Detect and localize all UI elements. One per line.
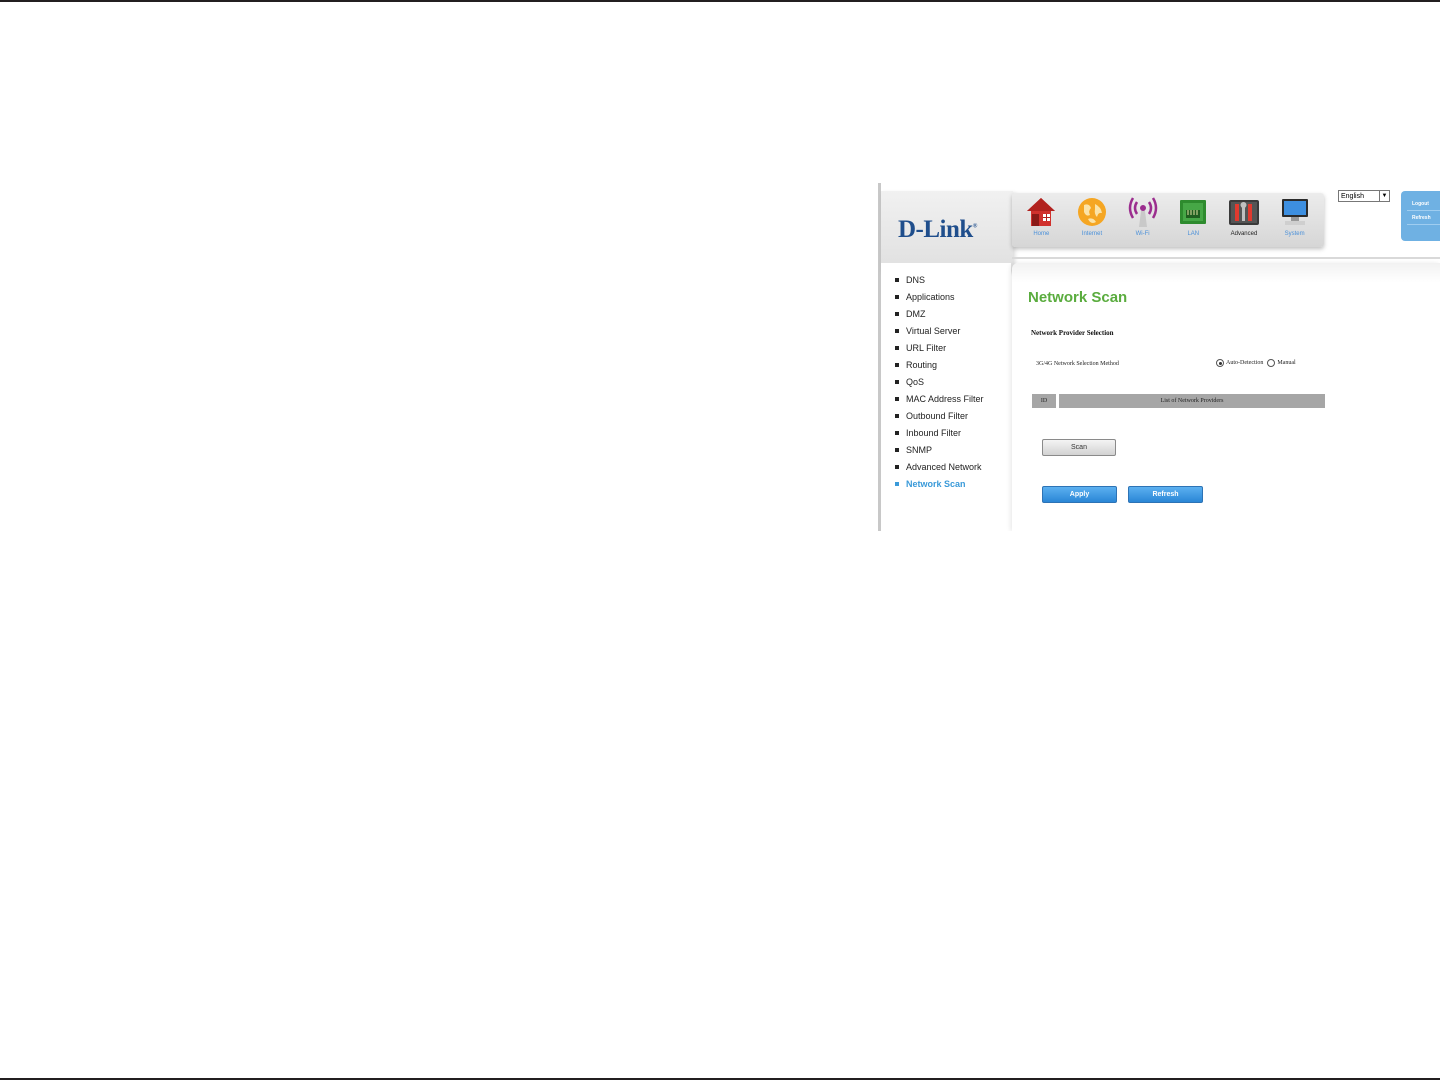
page-top-rule [0,0,1440,2]
sidebar-item-label: URL Filter [906,343,947,353]
divider [1407,224,1440,225]
sidebar-item-mac-address-filter[interactable]: MAC Address Filter [895,394,984,404]
nav-label: Advanced [1230,231,1258,237]
sidebar-item-dns[interactable]: DNS [895,275,925,285]
selection-method-radios: Auto-Detection Manual [1216,359,1300,367]
sidebar: DNS Applications DMZ Virtual Server URL … [881,263,1011,531]
sidebar-item-outbound-filter[interactable]: Outbound Filter [895,411,968,421]
nav-system[interactable]: System [1272,195,1318,237]
nav-label: Home [1033,231,1050,237]
bullet-icon [895,346,899,350]
globe-icon [1075,195,1109,229]
radio-auto-label: Auto-Detection [1226,360,1264,366]
nav-advanced[interactable]: Advanced [1221,195,1267,237]
sidebar-item-applications[interactable]: Applications [895,292,955,302]
chevron-down-icon: ▼ [1379,191,1389,201]
radio-manual[interactable] [1267,359,1276,367]
nav-lan[interactable]: LAN [1170,195,1216,237]
nav-label: System [1284,231,1305,237]
providers-table-header: ID List of Network Providers [1032,394,1325,408]
sidebar-item-virtual-server[interactable]: Virtual Server [895,326,960,336]
bullet-icon [895,329,899,333]
sidebar-item-label: Advanced Network [906,462,982,472]
nav-internet[interactable]: Internet [1069,195,1115,237]
lan-icon [1176,195,1210,229]
bullet-icon [895,278,899,282]
apply-button[interactable]: Apply [1042,486,1117,503]
bullet-icon [895,397,899,401]
router-admin-screenshot: D-Link® Home Internet Wi-Fi LAN Advanced… [878,183,1440,531]
wifi-icon [1126,195,1160,229]
language-select[interactable]: English ▼ [1338,190,1390,202]
sidebar-item-dmz[interactable]: DMZ [895,309,926,319]
nav-home[interactable]: Home [1018,195,1064,237]
sidebar-item-label: Routing [906,360,938,370]
language-value: English [1341,192,1364,200]
column-header-providers: List of Network Providers [1059,394,1325,408]
logout-link[interactable]: Logout [1412,201,1429,207]
bullet-icon [895,414,899,418]
sidebar-item-qos[interactable]: QoS [895,377,924,387]
section-title: Network Provider Selection [1031,329,1114,337]
sidebar-item-network-scan[interactable]: Network Scan [895,479,966,489]
header-divider [1012,257,1440,259]
bullet-icon [895,312,899,316]
radio-auto-detection[interactable] [1216,359,1224,367]
sidebar-item-label: MAC Address Filter [906,394,984,404]
sidebar-item-label: Applications [906,292,955,302]
bullet-icon [895,363,899,367]
sidebar-item-label: QoS [906,377,925,387]
divider [1407,210,1440,211]
nav-wifi[interactable]: Wi-Fi [1120,195,1166,237]
nav-label: LAN [1187,231,1200,237]
bullet-icon [895,482,899,486]
sidebar-item-url-filter[interactable]: URL Filter [895,343,946,353]
dlink-logo: D-Link® [898,216,977,243]
refresh-link[interactable]: Refresh [1412,215,1431,221]
logo-panel: D-Link® [881,191,1013,271]
home-icon [1024,195,1058,229]
sidebar-item-label: Inbound Filter [906,428,962,438]
radio-manual-label: Manual [1277,360,1296,366]
bullet-icon [895,448,899,452]
page-bottom-rule [0,1078,1440,1080]
nav-label: Internet [1081,231,1103,237]
main-content: Network Scan Network Provider Selection … [1012,263,1440,531]
page-title: Network Scan [1028,289,1128,306]
sidebar-item-label: SNMP [906,445,933,455]
sidebar-item-label: Virtual Server [906,326,961,336]
sidebar-item-inbound-filter[interactable]: Inbound Filter [895,428,961,438]
nav-label: Wi-Fi [1135,231,1150,237]
bullet-icon [895,295,899,299]
sidebar-item-snmp[interactable]: SNMP [895,445,932,455]
bullet-icon [895,465,899,469]
bullet-icon [895,431,899,435]
sidebar-item-advanced-network[interactable]: Advanced Network [895,462,982,472]
sidebar-item-label: Network Scan [906,479,966,489]
scan-button[interactable]: Scan [1042,439,1116,456]
monitor-icon [1278,195,1312,229]
column-header-id: ID [1032,394,1056,408]
refresh-button[interactable]: Refresh [1128,486,1203,503]
sidebar-item-routing[interactable]: Routing [895,360,937,370]
sidebar-item-label: Outbound Filter [906,411,969,421]
top-nav-bar: Home Internet Wi-Fi LAN Advanced System [1012,193,1324,247]
sidebar-item-label: DMZ [906,309,926,319]
sidebar-item-label: DNS [906,275,926,285]
user-panel: Logout Refresh [1401,191,1440,241]
bullet-icon [895,380,899,384]
tools-icon [1227,195,1261,229]
selection-method-label: 3G/4G Network Selection Method [1036,361,1119,367]
